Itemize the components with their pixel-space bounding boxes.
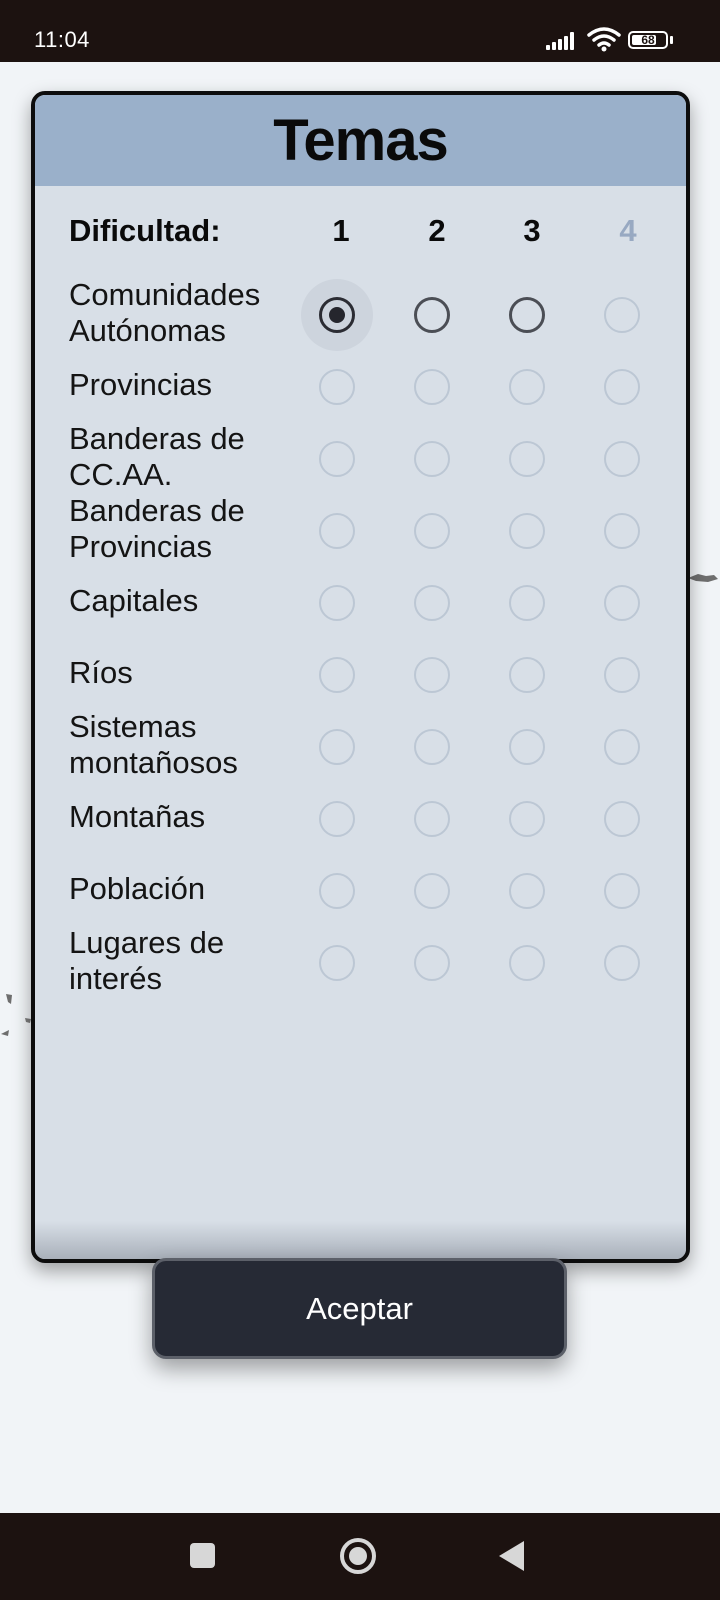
radio-montanas-4 bbox=[604, 801, 640, 837]
topic-label-poblacion: Población bbox=[69, 871, 206, 906]
radio-banderas-ccaa-1 bbox=[319, 441, 355, 477]
radio-rios-2 bbox=[414, 657, 450, 693]
radio-rios-1 bbox=[319, 657, 355, 693]
radio-lugares-de-interes-3 bbox=[509, 945, 545, 981]
radio-montanas-1 bbox=[319, 801, 355, 837]
radio-poblacion-3 bbox=[509, 873, 545, 909]
topic-label-capitales: Capitales bbox=[69, 583, 199, 618]
radio-montanas-3 bbox=[509, 801, 545, 837]
navigation-bar bbox=[0, 1513, 720, 1600]
topic-label-sistemas-montanosos: Sistemas montañosos bbox=[69, 709, 238, 780]
status-time: 11:04 bbox=[34, 27, 90, 52]
difficulty-level-1: 1 bbox=[332, 213, 350, 248]
battery-icon: 68 bbox=[628, 31, 668, 49]
scroll-fade bbox=[35, 1221, 686, 1259]
radio-banderas-ccaa-2 bbox=[414, 441, 450, 477]
home-icon[interactable] bbox=[340, 1538, 376, 1574]
radio-banderas-provincias-2 bbox=[414, 513, 450, 549]
difficulty-level-2: 2 bbox=[428, 213, 446, 248]
radio-poblacion-1 bbox=[319, 873, 355, 909]
topic-label-banderas-provincias: Banderas de Provincias bbox=[69, 493, 245, 564]
battery-level: 68 bbox=[641, 33, 655, 47]
radio-banderas-provincias-1 bbox=[319, 513, 355, 549]
radio-poblacion-2 bbox=[414, 873, 450, 909]
radio-lugares-de-interes-1 bbox=[319, 945, 355, 981]
difficulty-level-4: 4 bbox=[619, 213, 637, 248]
topic-label-lugares-de-interes: Lugares de interés bbox=[69, 925, 225, 996]
radio-provincias-2 bbox=[414, 369, 450, 405]
radio-comunidades-autonomas-1[interactable] bbox=[319, 297, 355, 333]
topic-label-rios: Ríos bbox=[69, 655, 133, 690]
radio-banderas-provincias-3 bbox=[509, 513, 545, 549]
back-icon[interactable] bbox=[499, 1541, 524, 1571]
signal-icon bbox=[546, 30, 576, 50]
radio-sistemas-montanosos-1 bbox=[319, 729, 355, 765]
radio-capitales-4 bbox=[604, 585, 640, 621]
radio-rios-3 bbox=[509, 657, 545, 693]
dialog-header: Temas bbox=[35, 95, 686, 186]
radio-banderas-provincias-4 bbox=[604, 513, 640, 549]
battery-tip bbox=[670, 36, 673, 44]
radio-rios-4 bbox=[604, 657, 640, 693]
radio-comunidades-autonomas-2[interactable] bbox=[414, 297, 450, 333]
topic-label-provincias: Provincias bbox=[69, 367, 212, 402]
radio-lugares-de-interes-4 bbox=[604, 945, 640, 981]
radio-sistemas-montanosos-4 bbox=[604, 729, 640, 765]
topics-dialog: Temas Dificultad: 1 2 3 4 Comunidades Au… bbox=[31, 91, 690, 1263]
topic-label-montanas: Montañas bbox=[69, 799, 206, 834]
radio-banderas-ccaa-4 bbox=[604, 441, 640, 477]
difficulty-label: Dificultad: bbox=[69, 213, 221, 248]
accept-button-label: Aceptar bbox=[306, 1290, 413, 1326]
radio-banderas-ccaa-3 bbox=[509, 441, 545, 477]
radio-comunidades-autonomas-3[interactable] bbox=[509, 297, 545, 333]
radio-provincias-3 bbox=[509, 369, 545, 405]
difficulty-level-3: 3 bbox=[523, 213, 541, 248]
wifi-icon bbox=[587, 27, 621, 52]
accept-button[interactable]: Aceptar bbox=[152, 1258, 567, 1359]
status-bar: 11:04 68 bbox=[0, 0, 720, 62]
topic-label-banderas-ccaa: Banderas de CC.AA. bbox=[69, 421, 245, 492]
radio-capitales-2 bbox=[414, 585, 450, 621]
radio-comunidades-autonomas-4 bbox=[604, 297, 640, 333]
recents-icon[interactable] bbox=[190, 1543, 215, 1568]
topic-label-comunidades-autonomas: Comunidades Autónomas bbox=[69, 277, 261, 348]
radio-sistemas-montanosos-3 bbox=[509, 729, 545, 765]
radio-capitales-1 bbox=[319, 585, 355, 621]
radio-poblacion-4 bbox=[604, 873, 640, 909]
radio-sistemas-montanosos-2 bbox=[414, 729, 450, 765]
radio-provincias-4 bbox=[604, 369, 640, 405]
radio-provincias-1 bbox=[319, 369, 355, 405]
radio-lugares-de-interes-2 bbox=[414, 945, 450, 981]
radio-montanas-2 bbox=[414, 801, 450, 837]
dialog-title: Temas bbox=[273, 108, 448, 173]
radio-capitales-3 bbox=[509, 585, 545, 621]
